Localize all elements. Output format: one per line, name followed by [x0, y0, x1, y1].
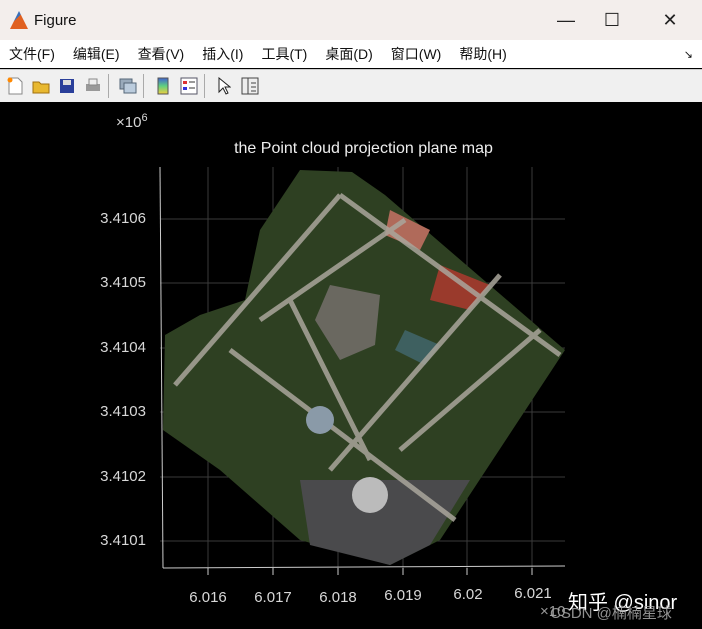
y-tick-label: 3.4101 — [100, 532, 146, 549]
y-tick-label: 3.4105 — [100, 274, 146, 291]
y-tick-label: 3.4103 — [100, 403, 146, 420]
x-tick-label: 6.016 — [189, 589, 227, 606]
watermark-csdn: CSDN @楠楠星球 — [550, 605, 672, 622]
x-tick-label: 6.017 — [254, 589, 292, 606]
x-tick-label: 6.021 — [514, 585, 552, 602]
figure-window: Figure — ☐ ✕ 文件(F) 编辑(E) 查看(V) 插入(I) 工具(… — [0, 0, 702, 629]
y-tick-label: 3.4102 — [100, 468, 146, 485]
x-tick-label: 6.02 — [453, 586, 483, 603]
aerial-image — [163, 170, 565, 565]
y-tick-label: 3.4104 — [100, 339, 146, 356]
x-tick-label: 6.019 — [384, 587, 422, 604]
x-tick-label: 6.018 — [319, 589, 357, 606]
y-tick-label: 3.4106 — [100, 210, 146, 227]
